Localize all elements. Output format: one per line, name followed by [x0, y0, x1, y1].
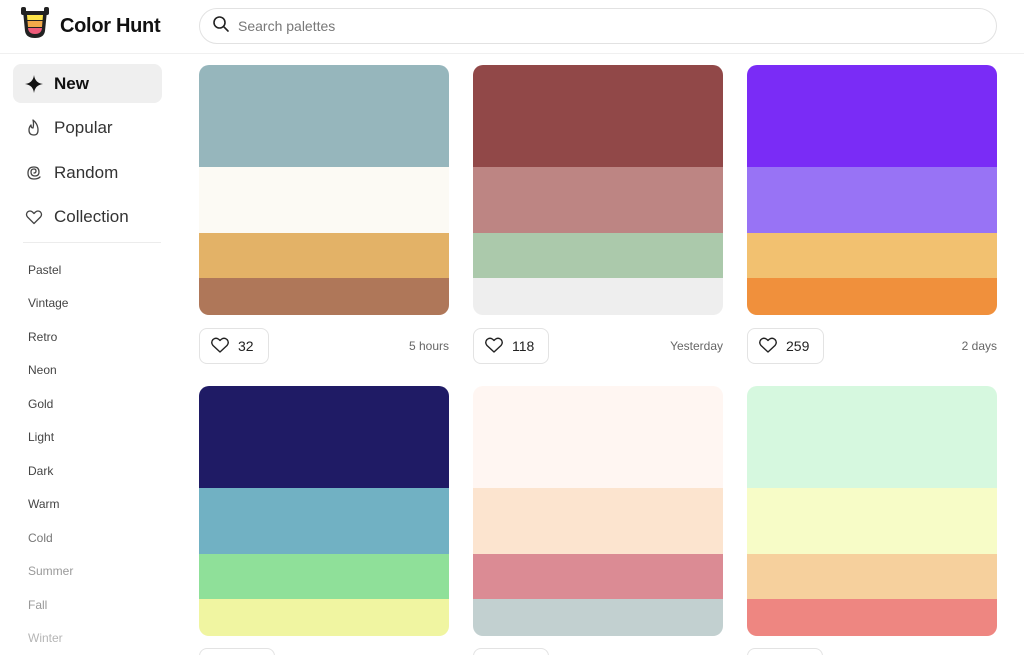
color-swatch[interactable] — [199, 65, 449, 167]
timestamp: Yesterday — [670, 339, 723, 353]
spiral-icon — [24, 163, 44, 183]
sidebar-item-label: Random — [54, 162, 119, 182]
palette-preview[interactable] — [199, 386, 449, 636]
palette-card — [747, 386, 997, 636]
like-button[interactable]: 32 — [199, 328, 269, 364]
color-hunt-logo-icon — [20, 6, 50, 46]
tag-gold[interactable]: Gold — [13, 387, 162, 421]
palette-preview[interactable] — [473, 65, 723, 315]
sidebar-item-new[interactable]: New — [13, 64, 162, 103]
like-count: 259 — [786, 338, 810, 354]
color-swatch[interactable] — [473, 65, 723, 167]
card-footer: 259 2 days — [747, 328, 997, 364]
tag-dark[interactable]: Dark — [13, 454, 162, 488]
search-bar[interactable] — [199, 8, 997, 44]
tag-fall[interactable]: Fall — [13, 588, 162, 622]
palette-preview[interactable] — [747, 386, 997, 636]
tag-winter[interactable]: Winter — [13, 622, 162, 655]
color-swatch[interactable] — [747, 386, 997, 488]
sidebar-item-label: New — [54, 73, 89, 93]
like-count: 32 — [238, 338, 254, 354]
card-footer: 32 5 hours — [199, 328, 449, 364]
color-swatch[interactable] — [199, 386, 449, 488]
like-button[interactable] — [199, 648, 275, 655]
color-swatch[interactable] — [747, 488, 997, 554]
tag-warm[interactable]: Warm — [13, 488, 162, 522]
color-swatch[interactable] — [473, 167, 723, 233]
palette-card: 118 Yesterday — [473, 65, 723, 364]
search-icon — [212, 15, 230, 38]
palette-preview[interactable] — [199, 65, 449, 315]
color-swatch[interactable] — [199, 554, 449, 599]
tag-vintage[interactable]: Vintage — [13, 287, 162, 321]
sidebar: New Popular Random Collection Pastel Vin… — [13, 64, 162, 655]
like-button[interactable]: 259 — [747, 328, 825, 364]
sidebar-item-random[interactable]: Random — [13, 153, 162, 192]
tag-cold[interactable]: Cold — [13, 521, 162, 555]
like-button[interactable]: 118 — [473, 328, 550, 364]
color-swatch[interactable] — [473, 599, 723, 636]
color-swatch[interactable] — [747, 599, 997, 636]
tag-retro[interactable]: Retro — [13, 320, 162, 354]
header-divider — [0, 53, 1024, 54]
color-swatch[interactable] — [199, 599, 449, 636]
color-swatch[interactable] — [747, 167, 997, 233]
color-swatch[interactable] — [473, 554, 723, 599]
palette-card — [473, 386, 723, 636]
search-input[interactable] — [238, 18, 938, 34]
palette-card — [199, 386, 449, 636]
color-swatch[interactable] — [199, 167, 449, 233]
sidebar-item-label: Popular — [54, 118, 113, 137]
sparkle-icon — [24, 74, 44, 94]
like-button[interactable] — [473, 648, 549, 655]
color-swatch[interactable] — [473, 233, 723, 278]
palette-card: 259 2 days — [747, 65, 997, 364]
heart-outline-icon — [484, 336, 504, 357]
brand-logo[interactable]: Color Hunt — [20, 6, 161, 46]
sidebar-item-popular[interactable]: Popular — [13, 109, 162, 148]
timestamp: 2 days — [961, 339, 997, 353]
tag-neon[interactable]: Neon — [13, 354, 162, 388]
color-swatch[interactable] — [199, 233, 449, 278]
color-swatch[interactable] — [747, 554, 997, 599]
color-swatch[interactable] — [473, 386, 723, 488]
color-swatch[interactable] — [747, 278, 997, 315]
color-swatch[interactable] — [747, 65, 997, 167]
heart-outline-icon — [24, 207, 44, 227]
like-button[interactable] — [747, 648, 823, 655]
brand-name: Color Hunt — [60, 14, 161, 37]
sidebar-item-collection[interactable]: Collection — [13, 198, 162, 237]
palette-preview[interactable] — [473, 386, 723, 636]
palette-preview[interactable] — [747, 65, 997, 315]
tag-light[interactable]: Light — [13, 421, 162, 455]
card-footer: 118 Yesterday — [473, 328, 723, 364]
heart-outline-icon — [758, 336, 778, 357]
sidebar-item-label: Collection — [54, 207, 129, 226]
tag-summer[interactable]: Summer — [13, 555, 162, 589]
like-count: 118 — [512, 338, 535, 354]
color-swatch[interactable] — [473, 278, 723, 315]
palette-card: 32 5 hours — [199, 65, 449, 364]
heart-outline-icon — [210, 336, 230, 357]
color-swatch[interactable] — [473, 488, 723, 554]
color-swatch[interactable] — [199, 278, 449, 315]
sidebar-divider — [23, 242, 161, 243]
color-swatch[interactable] — [747, 233, 997, 278]
flame-icon — [24, 118, 44, 138]
color-swatch[interactable] — [199, 488, 449, 554]
timestamp: 5 hours — [408, 339, 449, 353]
tag-pastel[interactable]: Pastel — [13, 253, 162, 287]
app-window: Color Hunt New Popular — [0, 0, 1024, 655]
